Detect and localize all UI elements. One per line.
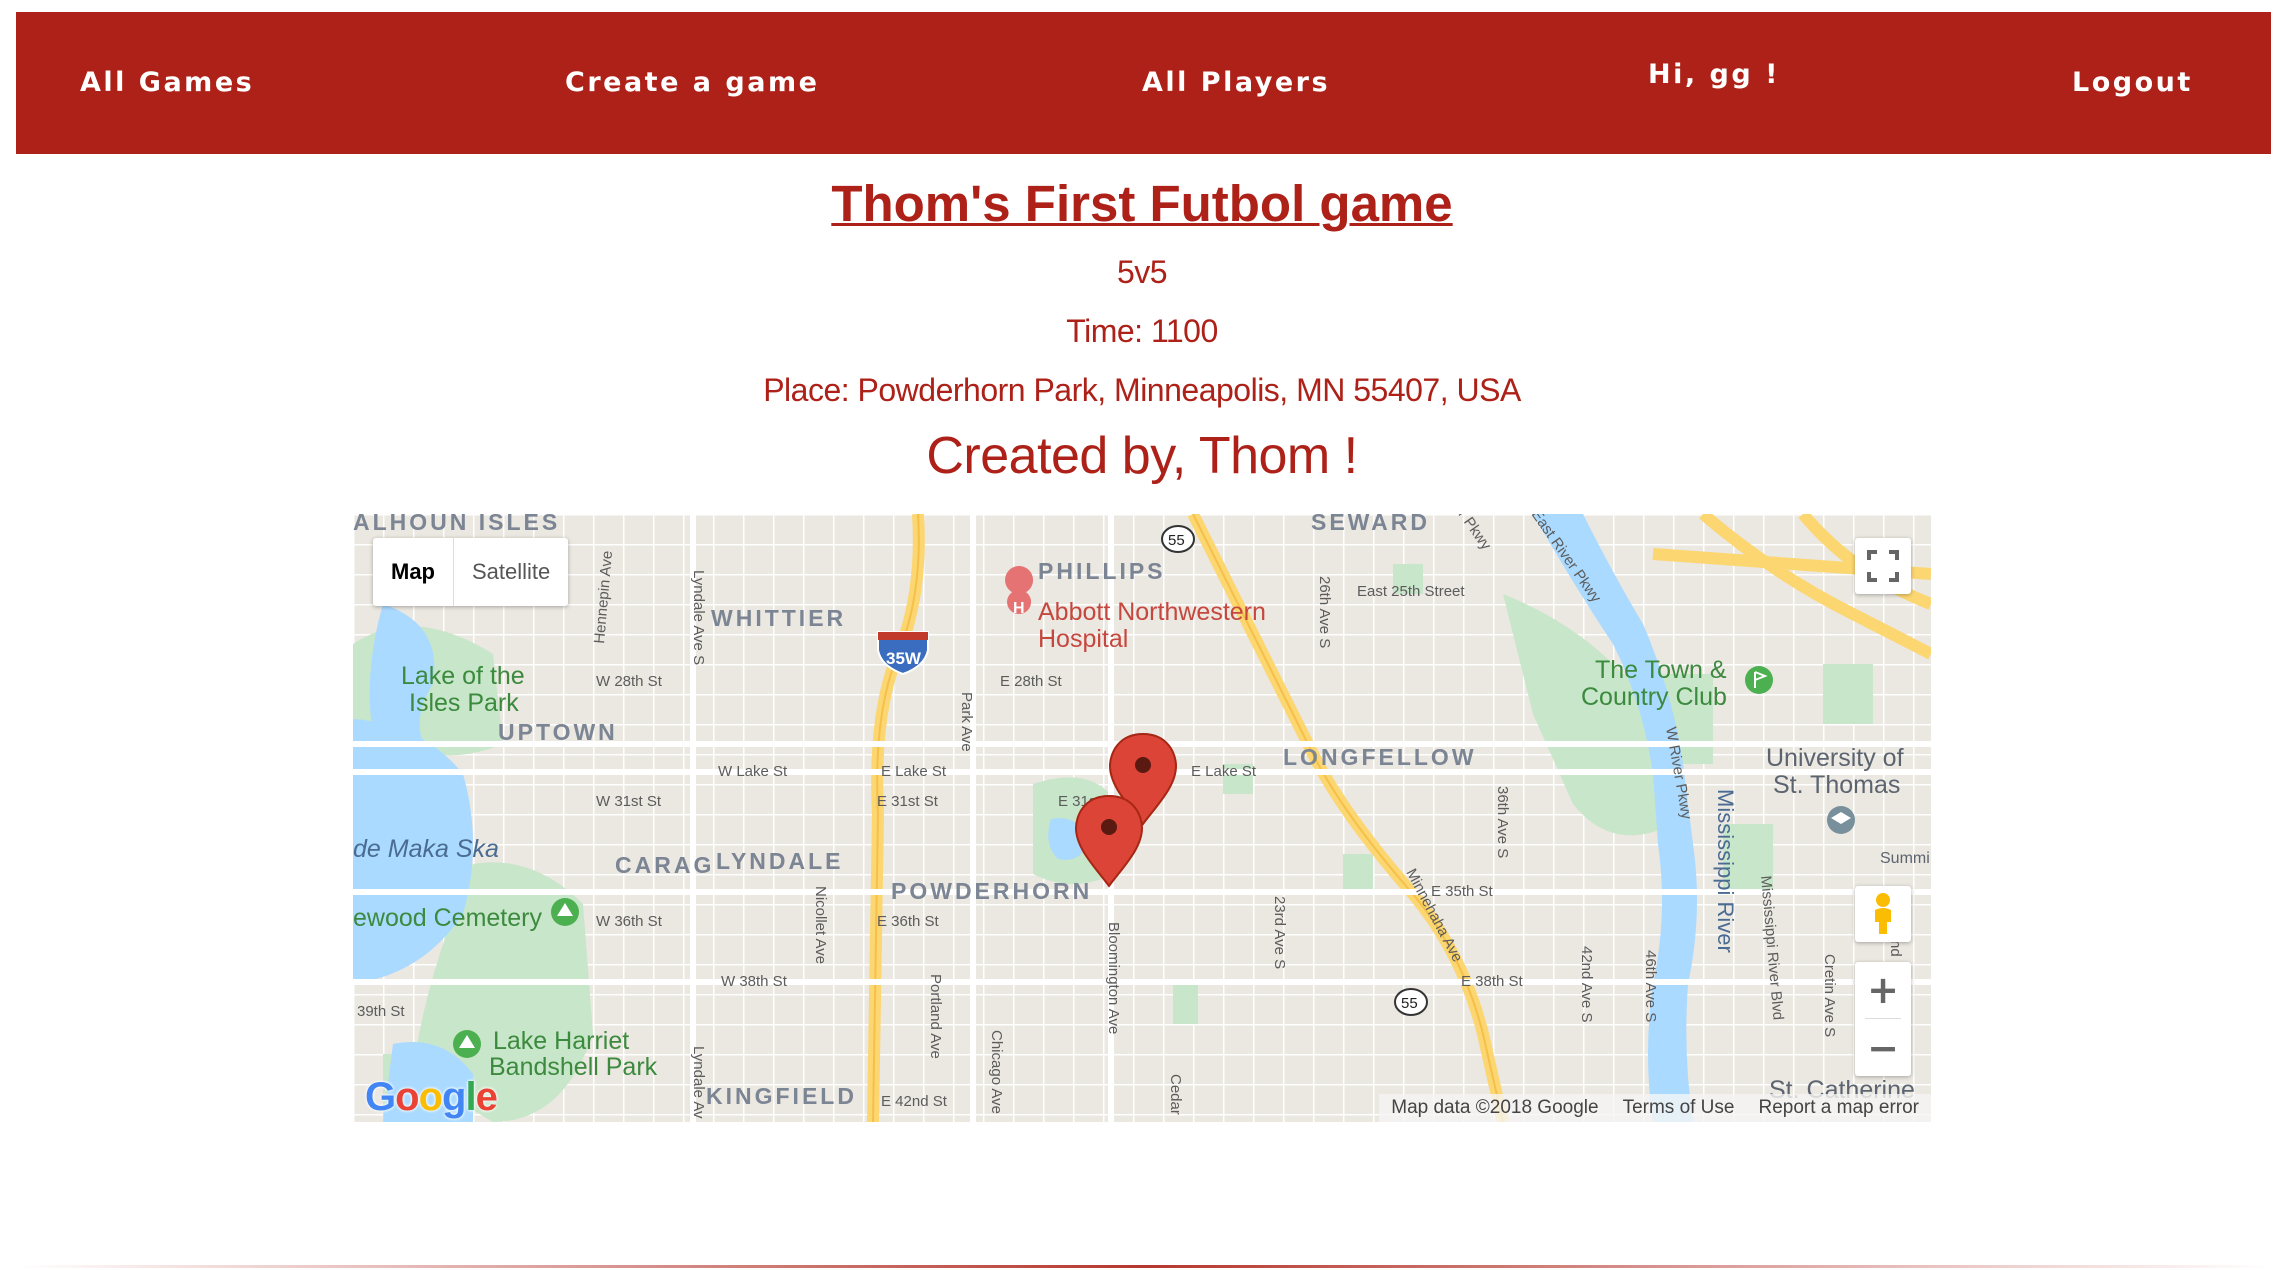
- map-text-label: Nicollet Ave: [812, 886, 829, 964]
- map-text-label: W Lake St: [718, 763, 788, 780]
- map-text-label: 42nd Ave S: [1578, 946, 1595, 1022]
- label-town-country-1: The Town &: [1595, 656, 1727, 684]
- map-text-label: E 35th St: [1431, 883, 1494, 900]
- label-seward: SEWARD: [1311, 514, 1430, 535]
- bandshell-tree-icon: [453, 1030, 481, 1058]
- map-text-label: W 36th St: [596, 913, 663, 930]
- report-map-error-link[interactable]: Report a map error: [1758, 1094, 1919, 1122]
- fullscreen-icon: [1867, 550, 1899, 582]
- label-longfellow: LONGFELLOW: [1283, 744, 1477, 770]
- label-powderhorn: POWDERHORN: [891, 878, 1092, 904]
- university-icon: [1827, 806, 1855, 834]
- game-place: Place: Powderhorn Park, Minneapolis, MN …: [763, 372, 1521, 408]
- label-whittier: WHITTIER: [711, 605, 846, 631]
- map-type-control: Map Satellite: [373, 538, 569, 606]
- highway-55-shield-bottom: 55: [1394, 988, 1428, 1016]
- label-lake-isles-1: Lake of the: [401, 662, 525, 690]
- map-text-label: Bloomington Ave: [1105, 922, 1122, 1034]
- zoom-divider: [1865, 1018, 1901, 1019]
- map-text-label: nd: [1887, 940, 1904, 957]
- nav-all-players-link[interactable]: All Players: [1142, 12, 1330, 154]
- map-text-label: E 38th St: [1461, 973, 1524, 990]
- label-bde-maka: de Maka Ska: [353, 835, 499, 863]
- map-text-label: 36th Ave S: [1494, 786, 1511, 858]
- nav-all-games-link[interactable]: All Games: [80, 12, 254, 154]
- game-location-map[interactable]: ALHOUN ISLES PHILLIPS SEWARD WHITTIER UP…: [353, 514, 1931, 1122]
- google-logo: Google: [365, 1075, 498, 1119]
- zoom-out-button[interactable]: −: [1855, 1020, 1911, 1076]
- pegman-icon: [1875, 893, 1891, 934]
- map-text-label: 55: [1168, 532, 1185, 549]
- terms-of-use-link[interactable]: Terms of Use: [1623, 1094, 1735, 1122]
- map-text-label: Lyndale Ave S: [690, 570, 707, 665]
- map-text-label: E 36th St: [877, 913, 940, 930]
- svg-text:H: H: [1013, 600, 1025, 617]
- map-text-label: Cretin Ave S: [1821, 954, 1838, 1037]
- label-summit: Summi: [1880, 850, 1930, 867]
- label-cemetery: ewood Cemetery: [353, 904, 542, 932]
- map-text-label: Portland Ave: [927, 974, 944, 1059]
- game-time: Time: 1100: [1066, 313, 1218, 349]
- map-text-label: E 31st St: [877, 793, 939, 810]
- nav-create-game-link[interactable]: Create a game: [565, 12, 819, 154]
- map-text-label: Lyndale Av: [690, 1046, 707, 1119]
- map-type-satellite-button[interactable]: Satellite: [454, 538, 568, 606]
- map-data-credit: Map data ©2018 Google: [1391, 1097, 1599, 1118]
- label-abbott-1: Abbott Northwestern: [1038, 598, 1266, 626]
- map-text-label: W 31st St: [596, 793, 662, 810]
- map-text-label: W 38th St: [721, 973, 788, 990]
- interstate-35w-shield: 35W: [877, 631, 929, 676]
- highway-55-shield-top: 55: [1161, 525, 1195, 553]
- game-format: 5v5: [1116, 254, 1168, 290]
- map-text-label: 23rd Ave S: [1271, 896, 1288, 969]
- game-creator: Created by, Thom !: [926, 427, 1358, 485]
- fullscreen-button[interactable]: [1855, 538, 1911, 594]
- label-mississippi: Mississippi River: [1713, 789, 1738, 953]
- map-text-label: Chicago Ave: [988, 1030, 1005, 1114]
- label-uptown: UPTOWN: [498, 719, 618, 745]
- map-text-label: 35W: [886, 649, 922, 668]
- top-navbar: All Games Create a game All Players Hi, …: [16, 12, 2271, 154]
- map-text-label: 46th Ave S: [1642, 950, 1659, 1022]
- map-text-label: E 28th St: [1000, 673, 1063, 690]
- street-view-pegman[interactable]: [1855, 886, 1911, 942]
- zoom-in-button[interactable]: +: [1855, 962, 1911, 1018]
- map-type-map-button[interactable]: Map: [373, 538, 454, 606]
- label-calhoun-isles: ALHOUN ISLES: [353, 514, 560, 535]
- label-harriet-2: Bandshell Park: [489, 1053, 658, 1081]
- map-text-label: E 42nd St: [881, 1093, 948, 1110]
- label-ust-2: St. Thomas: [1773, 771, 1900, 799]
- map-text-label: Cedar: [1167, 1074, 1184, 1115]
- zoom-control: + −: [1855, 962, 1911, 1076]
- user-greeting: Hi, gg !: [1648, 59, 1780, 90]
- label-carag: CARAG: [615, 852, 714, 878]
- label-abbott-2: Hospital: [1038, 625, 1128, 653]
- label-phillips: PHILLIPS: [1038, 558, 1166, 584]
- cemetery-tree-icon: [551, 898, 579, 926]
- map-text-label: 55: [1401, 995, 1418, 1012]
- label-lake-isles-2: Isles Park: [409, 689, 519, 717]
- map-attribution-bar: Map data ©2018 Google Terms of Use Repor…: [1379, 1094, 1931, 1122]
- map-text-label: Park Ave: [958, 692, 975, 752]
- golf-icon: [1745, 666, 1773, 694]
- label-ust-1: University of: [1766, 744, 1904, 772]
- game-title-link[interactable]: Thom's First Futbol game: [0, 174, 2284, 233]
- label-town-country-2: Country Club: [1581, 683, 1727, 711]
- map-text-label: W 28th St: [596, 673, 663, 690]
- map-text-label: 26th Ave S: [1316, 576, 1333, 648]
- label-harriet-1: Lake Harriet: [493, 1027, 629, 1055]
- label-kingfield: KINGFIELD: [706, 1083, 857, 1109]
- map-canvas[interactable]: ALHOUN ISLES PHILLIPS SEWARD WHITTIER UP…: [353, 514, 1931, 1122]
- nav-logout-link[interactable]: Logout: [2072, 12, 2193, 154]
- map-text-label: 39th St: [357, 1003, 405, 1020]
- map-text-label: E Lake St: [1191, 763, 1257, 780]
- label-lyndale: LYNDALE: [716, 848, 844, 874]
- map-text-label: East 25th Street: [1357, 583, 1465, 600]
- footer-divider: [16, 1265, 2271, 1268]
- map-text-label: E Lake St: [881, 763, 947, 780]
